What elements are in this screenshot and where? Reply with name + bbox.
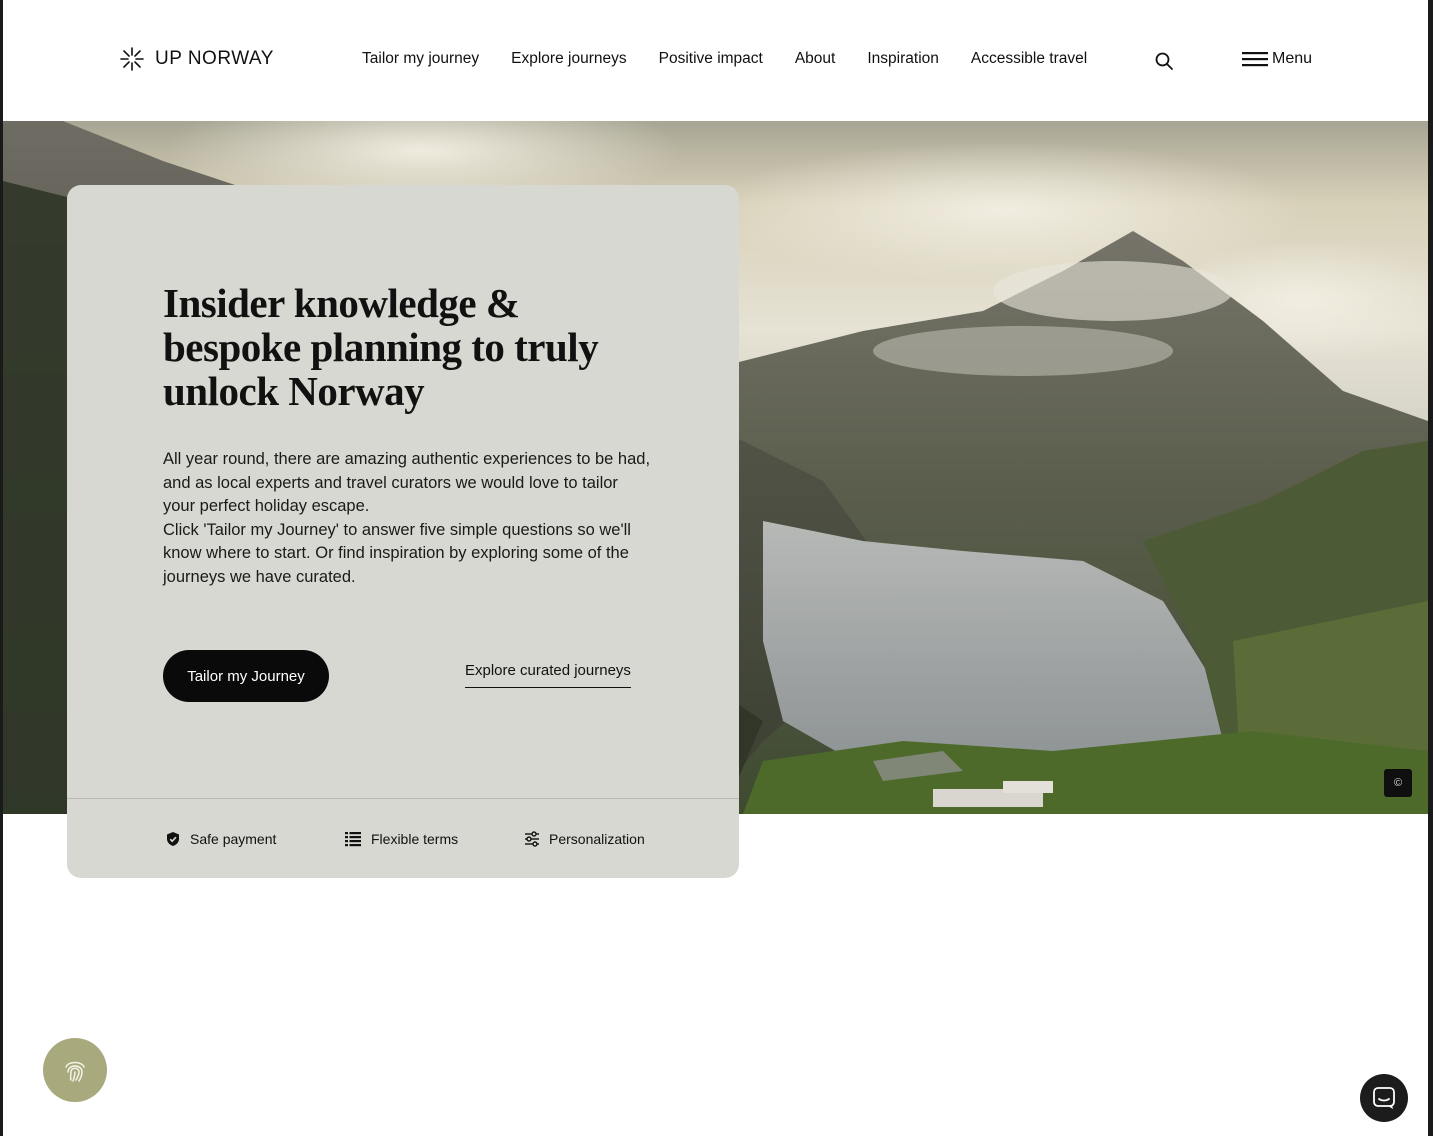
hero-card: Insider knowledge & bespoke planning to … [67, 185, 739, 878]
nav-explore-journeys[interactable]: Explore journeys [511, 50, 626, 68]
hero-description: All year round, there are amazing authen… [163, 448, 653, 589]
explore-curated-journeys-link[interactable]: Explore curated journeys [465, 662, 631, 688]
nav-positive-impact[interactable]: Positive impact [659, 50, 763, 68]
feature-label: Personalization [549, 831, 645, 847]
hero-paragraph: Click 'Tailor my Journey' to answer five… [163, 520, 631, 586]
fingerprint-icon [65, 1061, 85, 1082]
brand-logo[interactable]: UP NORWAY [119, 46, 274, 72]
search-icon [1155, 52, 1173, 70]
hero-paragraph: All year round, there are amazing authen… [163, 450, 651, 515]
asterisk-logo-icon [120, 47, 144, 71]
feature-label: Flexible terms [371, 831, 459, 847]
feature-safe-payment: Safe payment [165, 831, 276, 847]
nav-about[interactable]: About [795, 50, 836, 68]
tailor-my-journey-button[interactable]: Tailor my Journey [163, 650, 329, 702]
features-bar: Safe payment Flexible terms Personalizat… [67, 798, 739, 878]
nav-inspiration[interactable]: Inspiration [867, 50, 939, 68]
menu-label: Menu [1272, 50, 1313, 67]
chat-bubble-icon [1373, 1087, 1395, 1109]
brand-name: UP NORWAY [155, 48, 274, 69]
cookie-settings-button[interactable] [43, 1038, 107, 1102]
hamburger-icon [1242, 52, 1268, 67]
feature-personalization: Personalization [524, 831, 645, 847]
menu-button[interactable]: Menu [1242, 49, 1312, 69]
photo-credit-button[interactable]: © [1384, 769, 1412, 797]
main-nav: Tailor my journey Explore journeys Posit… [362, 50, 1087, 68]
chat-launcher-button[interactable] [1360, 1074, 1408, 1122]
window-frame-right [1428, 0, 1433, 1136]
site-header: UP NORWAY Tailor my journey Explore jour… [3, 0, 1428, 121]
list-icon [345, 832, 361, 847]
shield-check-icon [167, 832, 179, 846]
nav-tailor-my-journey[interactable]: Tailor my journey [362, 50, 479, 68]
feature-label: Safe payment [190, 831, 277, 847]
nav-accessible-travel[interactable]: Accessible travel [971, 50, 1087, 68]
search-button[interactable] [1154, 51, 1174, 71]
feature-flexible-terms: Flexible terms [344, 831, 458, 847]
sliders-icon [525, 831, 539, 847]
hero-title: Insider knowledge & bespoke planning to … [163, 280, 599, 414]
